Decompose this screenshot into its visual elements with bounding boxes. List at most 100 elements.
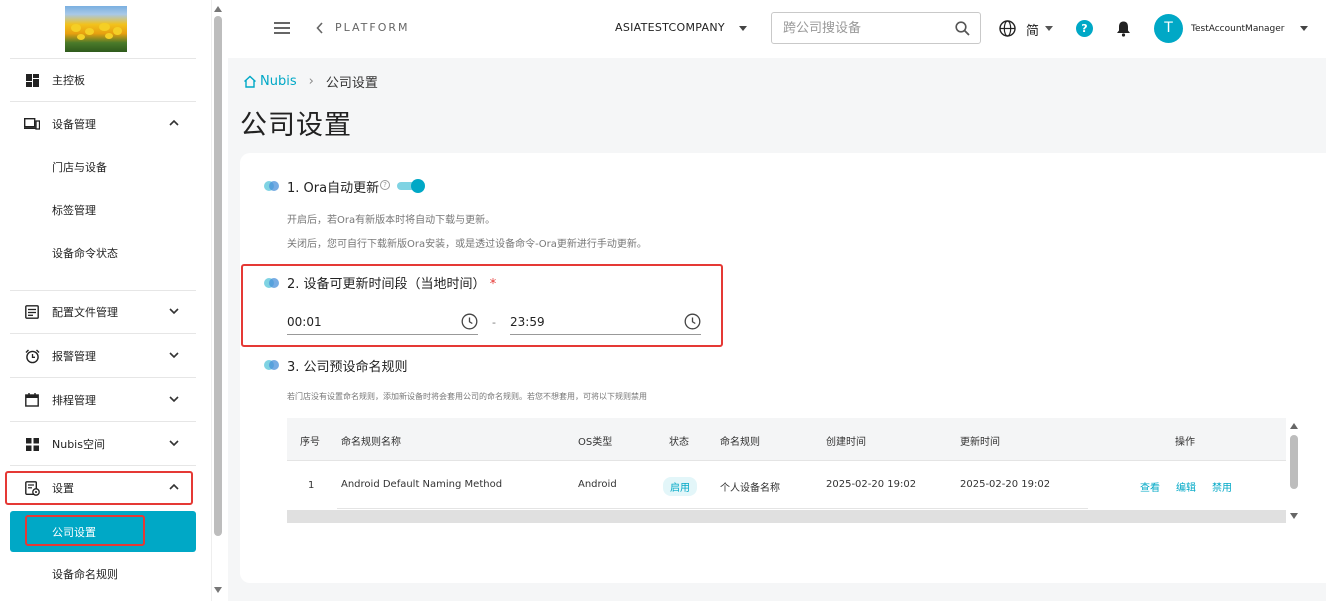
bell-icon[interactable] <box>1116 20 1131 37</box>
home-icon <box>244 75 256 88</box>
nav-divider <box>10 333 196 334</box>
sidebar-item-label: 主控板 <box>52 74 85 87</box>
chevron-right-icon: › <box>308 74 314 89</box>
status-badge: 启用 <box>663 477 697 496</box>
dashboard-icon <box>24 72 40 88</box>
sidebar-item-alarm-management[interactable]: 报警管理 <box>10 336 196 376</box>
column-header: 更新时间 <box>960 437 1000 448</box>
clock-icon[interactable] <box>684 313 701 330</box>
clock-icon[interactable] <box>461 313 478 330</box>
chevron-down-icon <box>169 396 179 403</box>
sidebar-item-schedule-management[interactable]: 排程管理 <box>10 380 196 420</box>
grid-icon <box>24 436 40 452</box>
sidebar: 主控板 设备管理 门店与设备 标签管理 设备命令状态 配置文件管理 报警管理 排… <box>0 0 212 601</box>
help-circle-icon[interactable]: ? <box>380 180 390 190</box>
chevron-down-icon <box>169 352 179 359</box>
nav-divider <box>10 101 196 102</box>
view-link[interactable]: 查看 <box>1140 479 1160 494</box>
scroll-down-arrow[interactable] <box>214 587 222 593</box>
breadcrumb-home-label: Nubis <box>260 74 297 89</box>
column-header: 创建时间 <box>826 437 866 448</box>
app-root: 主控板 设备管理 门店与设备 标签管理 设备命令状态 配置文件管理 报警管理 排… <box>0 0 1326 601</box>
company-selector[interactable]: ASIATESTCOMPANY <box>615 21 725 34</box>
start-time-value: 00:01 <box>287 315 322 329</box>
sidebar-item-device-management[interactable]: 设备管理 <box>10 104 196 144</box>
edit-link[interactable]: 编辑 <box>1176 479 1196 494</box>
cell-rule-name: Android Default Naming Method <box>341 479 503 490</box>
time-separator: - <box>492 316 496 329</box>
platform-label: PLATFORM <box>335 21 410 34</box>
section-bullet-icon <box>264 278 280 288</box>
section-bullet-icon <box>264 181 280 191</box>
table-scroll-down-arrow[interactable] <box>1290 513 1298 519</box>
cell-updated-time: 2025-02-20 19:02 <box>960 479 1051 490</box>
alarm-clock-icon <box>24 348 40 364</box>
search-input[interactable] <box>772 13 942 43</box>
chevron-up-icon <box>169 483 179 490</box>
table-horizontal-scrollbar[interactable] <box>287 510 1286 523</box>
menu-icon[interactable] <box>274 22 290 36</box>
globe-icon[interactable] <box>999 20 1016 37</box>
start-time-field[interactable]: 00:01 <box>287 313 478 335</box>
section-naming-title: 3. 公司预设命名规则 <box>287 360 408 375</box>
sidebar-subitem-naming-rules[interactable]: 设备命名规则 <box>10 557 196 591</box>
search-icon[interactable] <box>955 21 970 36</box>
breadcrumb-home[interactable]: Nubis <box>243 74 297 89</box>
sidebar-subitem-company-settings[interactable]: 公司设置 <box>10 511 196 552</box>
chevron-left-icon[interactable] <box>316 22 324 34</box>
cell-naming-rule: 个人设备名称 <box>720 483 780 494</box>
cell-index: 1 <box>308 480 315 491</box>
table-scroll-up-arrow[interactable] <box>1290 423 1298 429</box>
sidebar-item-label: 配置文件管理 <box>52 306 118 319</box>
language-selector[interactable]: 简 <box>1026 20 1039 39</box>
sidebar-item-nubis-space[interactable]: Nubis空间 <box>10 424 196 464</box>
cell-created-time: 2025-02-20 19:02 <box>826 479 917 490</box>
sidebar-scrollbar[interactable] <box>214 16 222 536</box>
required-mark: * <box>489 277 497 292</box>
caret-down-icon[interactable] <box>1045 26 1053 31</box>
end-time-field[interactable]: 23:59 <box>510 313 701 335</box>
caret-down-icon[interactable] <box>1300 26 1308 31</box>
column-header: 命名规则名称 <box>341 437 401 448</box>
avatar[interactable]: T <box>1154 14 1183 43</box>
cell-os-type: Android <box>578 479 617 490</box>
help-icon[interactable]: ? <box>1076 20 1093 37</box>
topbar: PLATFORM ASIATESTCOMPANY 简 ? T TestAccou… <box>228 0 1326 58</box>
sidebar-subitem-tag-management[interactable]: 标签管理 <box>10 193 196 227</box>
search-box <box>771 12 981 44</box>
ora-auto-update-toggle[interactable] <box>397 179 425 193</box>
sidebar-item-label: 设置 <box>52 482 74 495</box>
disable-link[interactable]: 禁用 <box>1212 479 1232 494</box>
section-window-title: 2. 设备可更新时间段（当地时间） * <box>287 273 496 292</box>
scroll-up-arrow[interactable] <box>214 6 222 12</box>
section-ora-title: 1. Ora自动更新 <box>287 181 380 196</box>
nav-divider <box>10 377 196 378</box>
sidebar-item-label: 报警管理 <box>52 350 96 363</box>
column-header: 操作 <box>1175 437 1195 448</box>
page-title: 公司设置 <box>240 110 352 141</box>
row-divider <box>337 508 1088 509</box>
sidebar-item-profile-management[interactable]: 配置文件管理 <box>10 292 196 332</box>
username-label[interactable]: TestAccountManager <box>1191 24 1285 34</box>
devices-icon <box>24 116 40 132</box>
table-vertical-scrollbar[interactable] <box>1290 435 1298 489</box>
sidebar-subitem-command-status[interactable]: 设备命令状态 <box>10 236 196 270</box>
chevron-down-icon <box>169 308 179 315</box>
nav-divider <box>10 290 196 291</box>
breadcrumb: Nubis › 公司设置 <box>243 72 378 91</box>
table-header: 序号 命名规则名称 OS类型 状态 命名规则 创建时间 更新时间 操作 <box>287 418 1286 461</box>
sidebar-subitem-stores-devices[interactable]: 门店与设备 <box>10 150 196 184</box>
section-ora-desc2: 关闭后，您可自行下载新版Ora安装，或是透过设备命令-Ora更新进行手动更新。 <box>287 239 647 250</box>
nav-divider <box>10 421 196 422</box>
chevron-up-icon <box>169 119 179 126</box>
nav-divider <box>10 465 196 466</box>
calendar-icon <box>24 392 40 408</box>
caret-down-icon[interactable] <box>739 26 747 31</box>
column-header: OS类型 <box>578 437 613 448</box>
profile-file-icon <box>24 304 40 320</box>
naming-rules-table: 序号 命名规则名称 OS类型 状态 命名规则 创建时间 更新时间 操作 1 An… <box>287 418 1286 523</box>
sidebar-item-dashboard[interactable]: 主控板 <box>10 60 196 100</box>
section-ora-desc1: 开启后，若Ora有新版本时将自动下载与更新。 <box>287 215 496 226</box>
section-window-title-text: 2. 设备可更新时间段（当地时间） <box>287 277 486 292</box>
sidebar-item-settings[interactable]: 设置 <box>10 468 196 508</box>
